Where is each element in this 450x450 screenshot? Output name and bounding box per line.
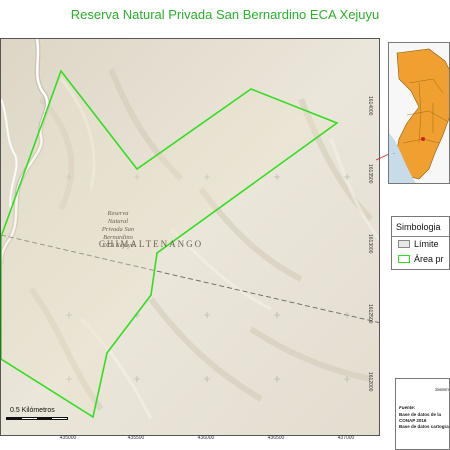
location-inset-map[interactable]: ~ bbox=[388, 42, 450, 184]
source-line: CONAP 2016 bbox=[399, 418, 427, 423]
map-title: Reserva Natural Privada San Bernardino E… bbox=[70, 7, 380, 22]
legend: Simbologia Límite Área pr bbox=[391, 216, 450, 270]
map-frame[interactable]: Reserva Natural Privada San Bernardino E… bbox=[0, 38, 380, 436]
legend-item-limit: Límite bbox=[398, 239, 439, 249]
scale-bar-segment bbox=[37, 418, 52, 419]
right-coordinate-ticks: 1614000 1613500 1613000 1612500 1612000 bbox=[367, 38, 383, 436]
right-tick-label: 1613000 bbox=[367, 234, 373, 254]
bottom-tick-label: 435000 bbox=[59, 435, 77, 441]
bottom-tick-label: 435500 bbox=[127, 435, 145, 441]
legend-divider bbox=[392, 236, 449, 237]
map-canvas: Reserva Natural Privada San Bernardino E… bbox=[1, 39, 379, 435]
legend-item-label: Límite bbox=[414, 239, 439, 249]
scale-label: 0.5 Kilómetros bbox=[10, 407, 55, 414]
right-tick-label: 1612000 bbox=[367, 372, 373, 392]
right-tick-label: 1614000 bbox=[367, 96, 373, 116]
legend-title: Simbologia bbox=[396, 222, 441, 232]
legend-item-label: Área pr bbox=[414, 254, 444, 264]
inset-location-marker bbox=[421, 137, 425, 141]
limit-swatch bbox=[398, 240, 410, 248]
scale-bar bbox=[6, 417, 68, 420]
reserve-label-line: Privada San bbox=[101, 226, 134, 233]
system-label: Sistem bbox=[435, 387, 449, 392]
source-label: Fuente: bbox=[399, 405, 416, 410]
bottom-coordinate-ticks: 435000 435500 436000 436500 437000 bbox=[0, 435, 380, 443]
reserve-label-line: Reserva bbox=[107, 210, 129, 217]
source-line: Base de datos cartogra bbox=[399, 424, 449, 429]
department-label: CHIMALTENANGO bbox=[99, 239, 203, 249]
source-box: Sistem Fuente: Base de datos de la CONAP… bbox=[395, 378, 450, 450]
inset-canvas: ~ bbox=[389, 43, 449, 183]
bottom-tick-label: 437000 bbox=[337, 435, 355, 441]
protected-area-swatch bbox=[398, 255, 410, 263]
right-tick-label: 1612500 bbox=[367, 304, 373, 324]
bottom-tick-label: 436000 bbox=[197, 435, 215, 441]
scale-bar-segment bbox=[7, 418, 22, 419]
legend-item-protected-area: Área pr bbox=[398, 254, 444, 264]
bottom-tick-label: 436500 bbox=[267, 435, 285, 441]
source-line: Base de datos de la bbox=[399, 412, 442, 417]
reserve-label-line: Natural bbox=[107, 218, 128, 225]
right-tick-label: 1613500 bbox=[367, 164, 373, 184]
